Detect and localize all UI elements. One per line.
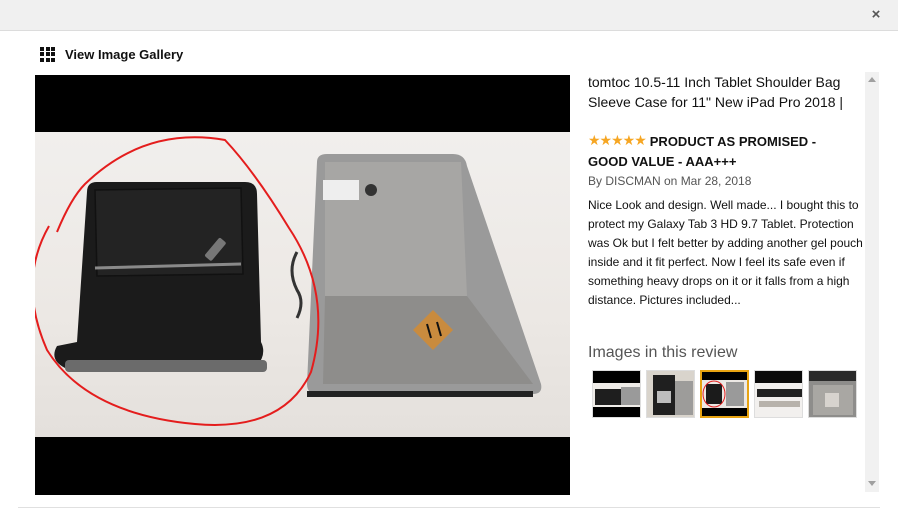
- review-thumbnail-1[interactable]: [592, 370, 641, 418]
- review-thumbnail-5[interactable]: [808, 370, 857, 418]
- review-thumbnails: [592, 370, 857, 418]
- main-review-image: [35, 75, 570, 495]
- view-image-gallery-link[interactable]: View Image Gallery: [40, 45, 183, 63]
- review-panel: tomtoc 10.5-11 Inch Tablet Shoulder Bag …: [580, 68, 880, 492]
- photo-content: [35, 132, 570, 437]
- photo-illustration: [35, 136, 542, 426]
- black-sleeve: [54, 182, 267, 372]
- grey-sleeve: [290, 154, 542, 397]
- review-panel-scrollbar[interactable]: [865, 72, 879, 492]
- star-rating-icon: ★★★★★: [588, 132, 647, 148]
- product-title[interactable]: tomtoc 10.5-11 Inch Tablet Shoulder Bag …: [588, 72, 856, 112]
- review-body: Nice Look and design. Well made... I bou…: [588, 198, 863, 307]
- review-header: ★★★★★ PRODUCT AS PROMISED - GOOD VALUE - …: [588, 132, 856, 172]
- dialog-header: ×: [0, 0, 898, 31]
- close-button[interactable]: ×: [866, 5, 886, 25]
- gallery-label: View Image Gallery: [65, 46, 184, 62]
- review-thumbnail-2[interactable]: [646, 370, 695, 418]
- review-thumbnail-4[interactable]: [754, 370, 803, 418]
- images-heading: Images in this review: [588, 344, 738, 361]
- scroll-up-arrow-icon[interactable]: [868, 77, 876, 82]
- review-meta: By DISCMAN on Mar 28, 2018: [588, 174, 752, 188]
- scroll-down-arrow-icon[interactable]: [868, 481, 876, 486]
- grid-icon: [40, 46, 55, 62]
- review-thumbnail-3-selected[interactable]: [700, 370, 749, 418]
- divider: [18, 507, 880, 508]
